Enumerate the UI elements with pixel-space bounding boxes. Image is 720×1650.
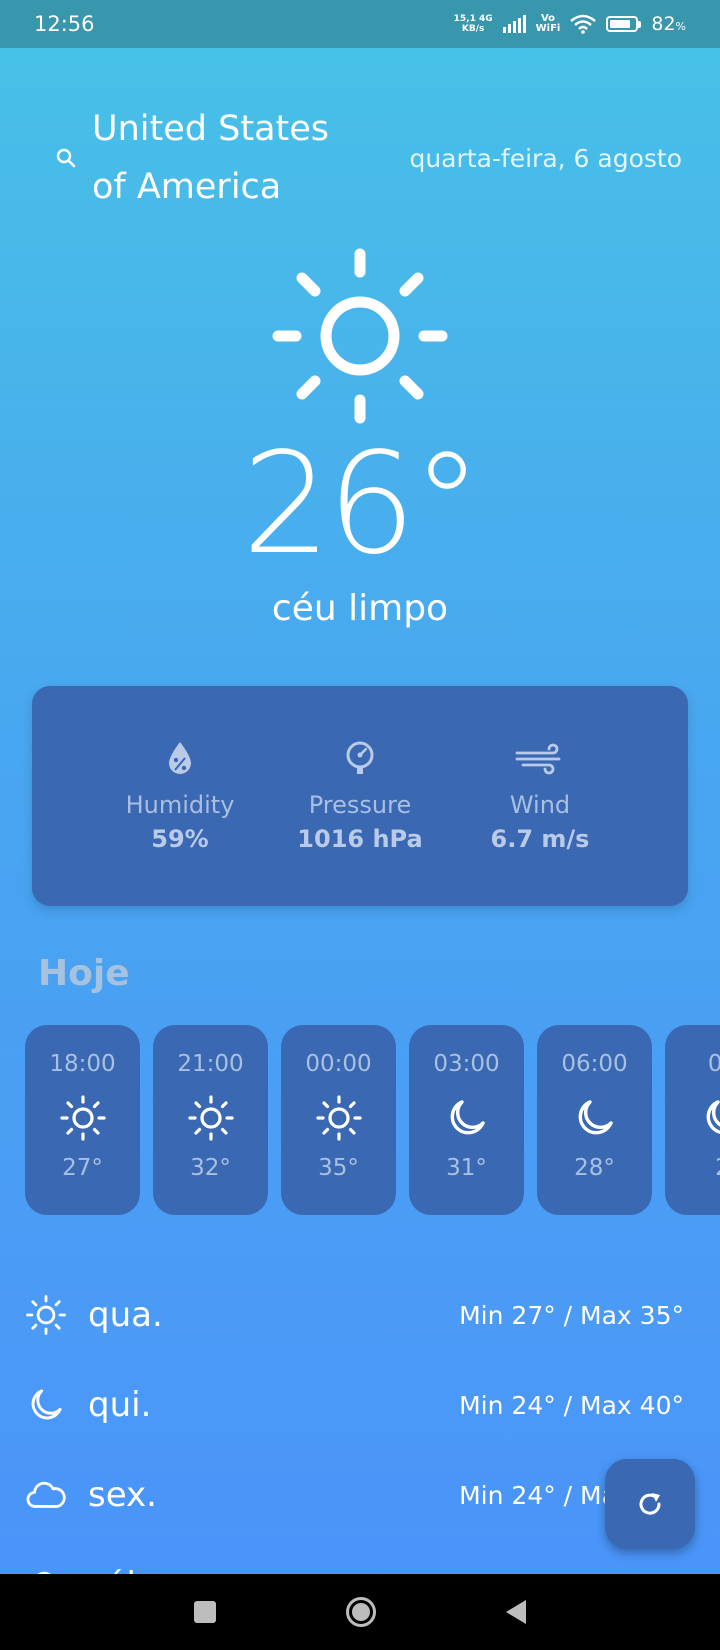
network-speed: 15,1 4G KB/s <box>453 14 493 34</box>
day-name: sex. <box>88 1475 157 1515</box>
hour-time: 18:00 <box>49 1051 116 1077</box>
hourly-card[interactable]: 03:00 31° <box>409 1025 524 1215</box>
refresh-button[interactable] <box>605 1459 695 1549</box>
humidity-icon <box>169 742 191 774</box>
day-icon <box>24 1293 68 1337</box>
day-icon <box>24 1473 68 1517</box>
status-icons: 15,1 4G KB/s Vo WiFi 82% <box>454 13 686 35</box>
hour-time: 21:00 <box>177 1051 244 1077</box>
hourly-card[interactable]: 21:00 32° <box>153 1025 268 1215</box>
wind-detail: Wind 6.7 m/s <box>470 739 610 853</box>
wind-icon <box>515 743 561 775</box>
home-button[interactable] <box>346 1597 376 1627</box>
day-icon <box>24 1383 68 1427</box>
current-temperature: 26° <box>241 423 482 586</box>
hour-icon <box>186 1093 236 1143</box>
humidity-detail: Humidity 59% <box>110 739 250 853</box>
battery-percent: 82% <box>651 13 686 35</box>
status-time: 12:56 <box>34 12 95 36</box>
pressure-label: Pressure <box>308 791 412 819</box>
signal-icon <box>502 15 526 33</box>
battery-icon <box>606 16 642 32</box>
hour-temperature: 31° <box>446 1155 487 1181</box>
sun-icon <box>272 248 448 424</box>
daily-row[interactable]: qui. Min 24° / Max 40° <box>24 1360 684 1450</box>
pressure-value: 1016 hPa <box>297 825 423 853</box>
vowifi-icon: Vo WiFi <box>535 13 561 34</box>
hour-time: 09 <box>707 1051 720 1077</box>
hour-time: 03:00 <box>433 1051 500 1077</box>
search-icon[interactable] <box>54 146 78 170</box>
status-bar: 12:56 15,1 4G KB/s Vo WiFi 82% <box>0 0 720 48</box>
hour-temperature: 32° <box>190 1155 231 1181</box>
sun-icon <box>26 1295 66 1335</box>
hour-time: 06:00 <box>561 1051 628 1077</box>
hour-time: 00:00 <box>305 1051 372 1077</box>
pressure-detail: Pressure 1016 hPa <box>290 739 430 853</box>
moon-icon <box>578 1100 613 1135</box>
hourly-card[interactable]: 09 2 <box>665 1025 720 1215</box>
hour-icon <box>570 1093 620 1143</box>
system-nav-bar <box>0 1574 720 1650</box>
location-header: United States of America quarta-feira, 6… <box>54 100 682 216</box>
refresh-icon <box>639 1493 661 1515</box>
moon-icon <box>450 1100 485 1135</box>
day-temperature-range: Min 24° / Max 40° <box>459 1390 684 1420</box>
hour-icon <box>698 1093 720 1143</box>
humidity-label: Humidity <box>125 791 235 819</box>
hourly-forecast-list[interactable]: 18:00 27° 21:00 32° 00:00 35° 03:00 31° … <box>25 1025 720 1217</box>
sun-icon <box>315 1095 362 1141</box>
moon-icon <box>706 1100 720 1134</box>
hourly-card[interactable]: 00:00 35° <box>281 1025 396 1215</box>
hour-temperature: 35° <box>318 1155 359 1181</box>
day-name: qua. <box>88 1295 163 1335</box>
cloud-icon <box>26 1481 66 1508</box>
humidity-value: 59% <box>151 825 209 853</box>
sun-icon <box>59 1095 106 1141</box>
hour-icon <box>442 1093 492 1143</box>
hour-icon <box>58 1093 108 1143</box>
hourly-card[interactable]: 18:00 27° <box>25 1025 140 1215</box>
pressure-gauge-icon <box>346 741 374 774</box>
wind-value: 6.7 m/s <box>490 825 590 853</box>
details-card: Humidity 59% Pressure 1016 hPa Wind 6.7 … <box>32 686 688 906</box>
day-temperature-range: Min 27° / Max 35° <box>459 1300 684 1330</box>
daily-row[interactable]: qua. Min 27° / Max 35° <box>24 1270 684 1360</box>
hour-icon <box>314 1093 364 1143</box>
wifi-icon <box>570 14 597 34</box>
recent-apps-button[interactable] <box>194 1601 216 1623</box>
hour-temperature: 28° <box>574 1155 615 1181</box>
hourly-section-title: Hoje <box>38 953 130 994</box>
day-name: qui. <box>88 1385 152 1425</box>
daily-row[interactable]: sex. Min 24° / Max 38° <box>24 1450 684 1540</box>
wind-label: Wind <box>509 791 571 819</box>
hourly-card[interactable]: 06:00 28° <box>537 1025 652 1215</box>
city-name: United States of America <box>92 109 330 207</box>
moon-icon <box>31 1389 62 1420</box>
hour-temperature: 27° <box>62 1155 103 1181</box>
sun-icon <box>187 1095 234 1141</box>
back-button[interactable] <box>506 1600 526 1624</box>
weather-condition: céu limpo <box>271 588 449 629</box>
current-date: quarta-feira, 6 agosto <box>409 143 682 173</box>
hour-temperature: 2 <box>665 1155 720 1181</box>
